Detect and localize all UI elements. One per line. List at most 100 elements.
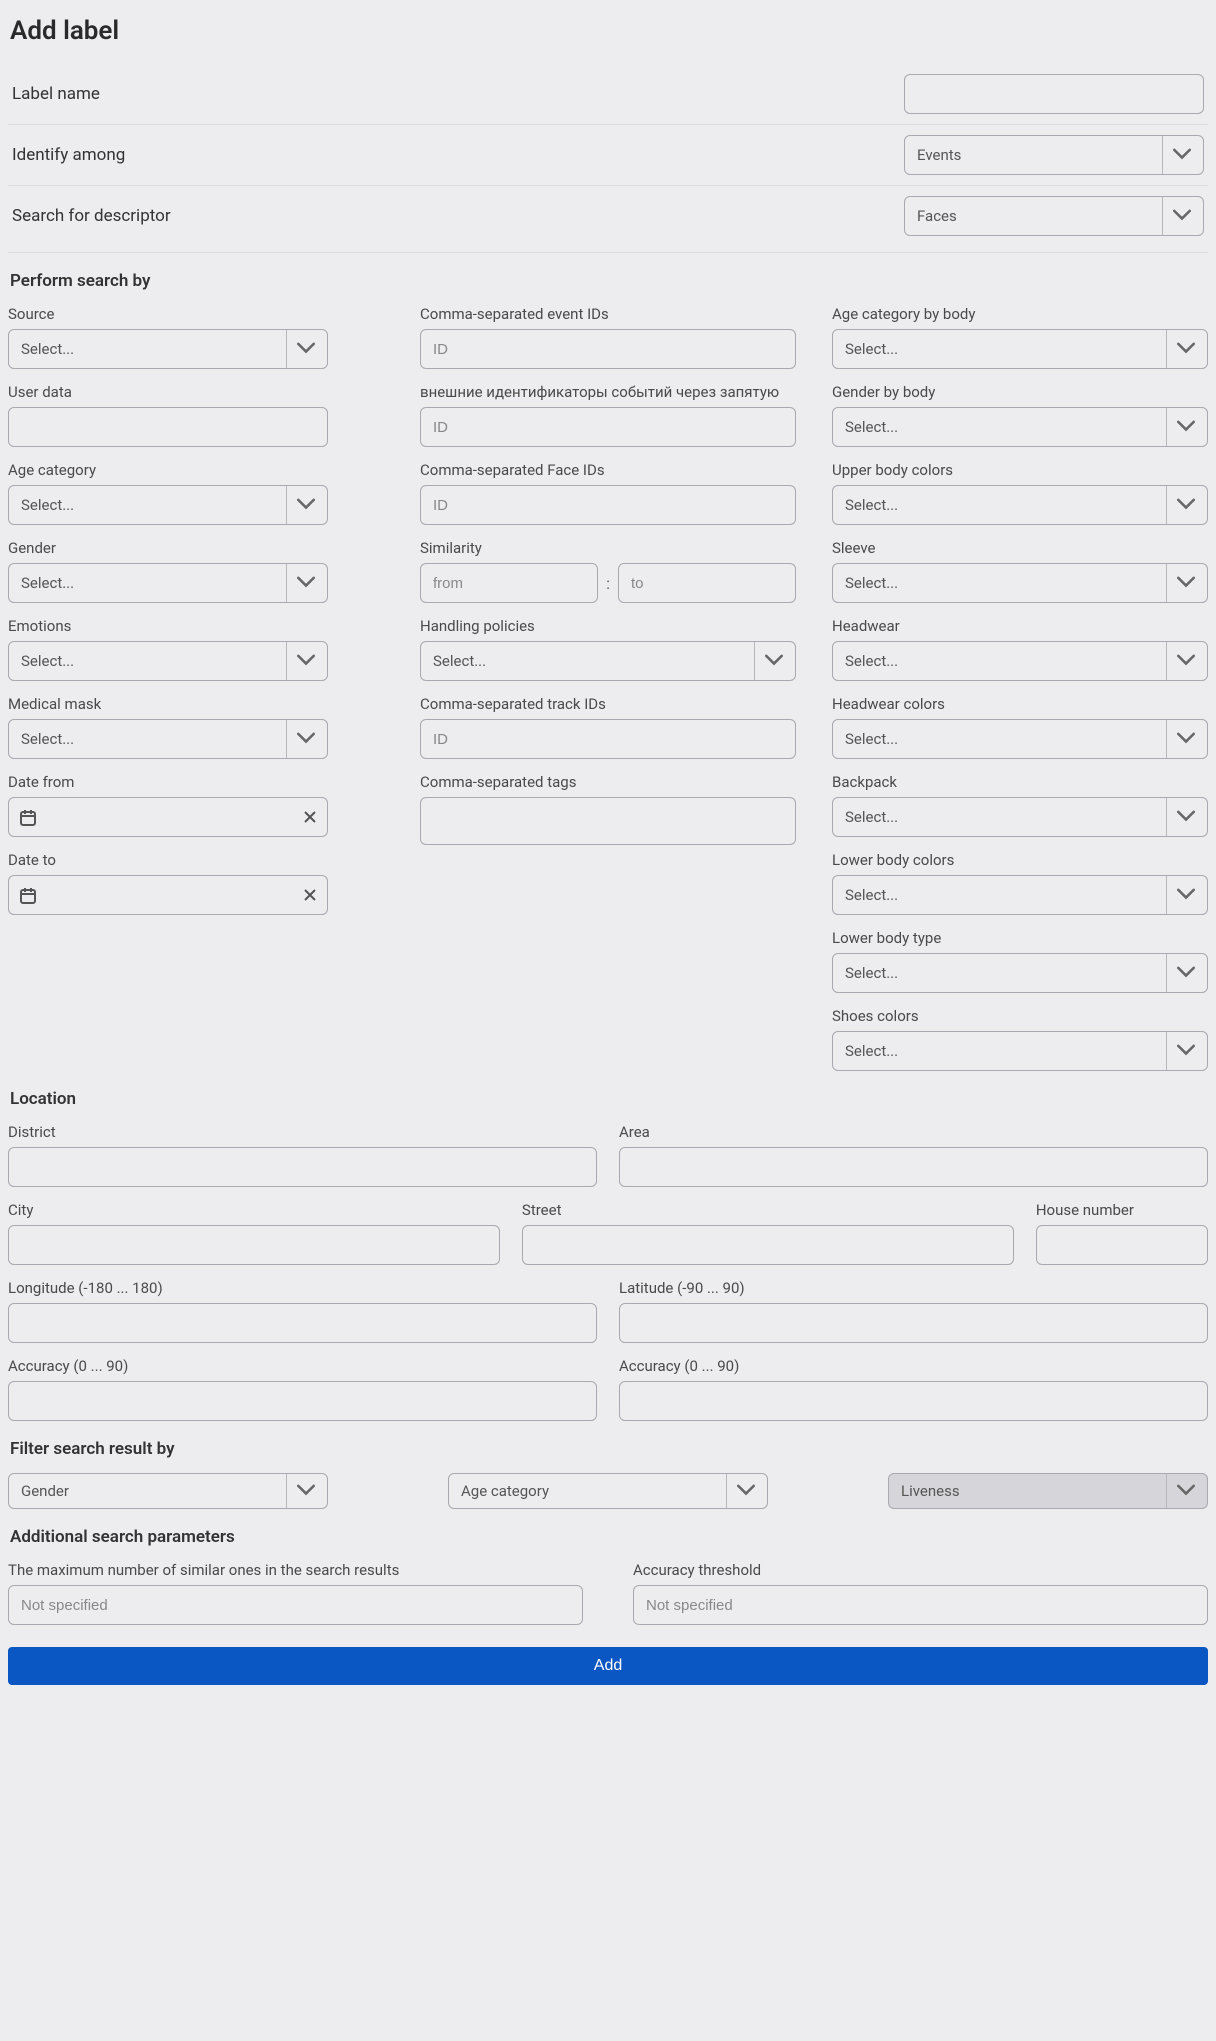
face-ids-label: Comma-separated Face IDs — [420, 461, 796, 479]
house-label: House number — [1036, 1201, 1208, 1219]
chevron-down-icon — [1177, 886, 1195, 904]
chevron-down-icon — [1177, 652, 1195, 670]
age-body-label: Age category by body — [832, 305, 1208, 323]
accuracy-lat-label: Accuracy (0 ... 90) — [619, 1357, 1208, 1375]
age-category-select[interactable]: Select... — [8, 485, 328, 525]
headwear-colors-select[interactable]: Select... — [832, 719, 1208, 759]
longitude-label: Longitude (-180 ... 180) — [8, 1279, 597, 1297]
chevron-down-icon — [1173, 146, 1191, 164]
area-input[interactable] — [619, 1147, 1208, 1187]
calendar-icon — [19, 808, 37, 826]
tags-label: Comma-separated tags — [420, 773, 796, 791]
accuracy-lon-label: Accuracy (0 ... 90) — [8, 1357, 597, 1375]
lower-colors-select[interactable]: Select... — [832, 875, 1208, 915]
user-data-input[interactable] — [8, 407, 328, 447]
lower-type-label: Lower body type — [832, 929, 1208, 947]
accuracy-lat-input[interactable] — [619, 1381, 1208, 1421]
chevron-down-icon — [297, 652, 315, 670]
date-to-input[interactable] — [8, 875, 328, 915]
gender-body-select[interactable]: Select... — [832, 407, 1208, 447]
threshold-label: Accuracy threshold — [633, 1561, 1208, 1579]
gender-select[interactable]: Select... — [8, 563, 328, 603]
user-data-label: User data — [8, 383, 328, 401]
headwear-colors-label: Headwear colors — [832, 695, 1208, 713]
max-similar-input[interactable] — [8, 1585, 583, 1625]
area-label: Area — [619, 1123, 1208, 1141]
source-label: Source — [8, 305, 328, 323]
age-category-label: Age category — [8, 461, 328, 479]
source-select[interactable]: Select... — [8, 329, 328, 369]
chevron-down-icon — [297, 496, 315, 514]
chevron-down-icon — [297, 574, 315, 592]
upper-colors-label: Upper body colors — [832, 461, 1208, 479]
handling-policies-label: Handling policies — [420, 617, 796, 635]
headwear-select[interactable]: Select... — [832, 641, 1208, 681]
page-title: Add label — [10, 16, 1208, 46]
additional-heading: Additional search parameters — [10, 1527, 1208, 1547]
accuracy-lon-input[interactable] — [8, 1381, 597, 1421]
filter-age-select[interactable]: Age category — [448, 1473, 768, 1509]
district-input[interactable] — [8, 1147, 597, 1187]
identify-among-select[interactable]: Events — [904, 135, 1204, 175]
similarity-separator: : — [606, 574, 610, 593]
threshold-input[interactable] — [633, 1585, 1208, 1625]
chevron-down-icon — [1177, 964, 1195, 982]
filter-gender-select[interactable]: Gender — [8, 1473, 328, 1509]
chevron-down-icon — [297, 1482, 315, 1500]
chevron-down-icon — [1177, 808, 1195, 826]
event-ids-input[interactable] — [420, 329, 796, 369]
lower-colors-label: Lower body colors — [832, 851, 1208, 869]
chevron-down-icon — [1177, 496, 1195, 514]
chevron-down-icon — [1177, 1482, 1195, 1500]
sleeve-label: Sleeve — [832, 539, 1208, 557]
date-from-label: Date from — [8, 773, 328, 791]
similarity-label: Similarity — [420, 539, 796, 557]
handling-policies-select[interactable]: Select... — [420, 641, 796, 681]
location-heading: Location — [10, 1089, 1208, 1109]
perform-search-heading: Perform search by — [10, 271, 1208, 291]
chevron-down-icon — [765, 652, 783, 670]
gender-body-label: Gender by body — [832, 383, 1208, 401]
label-name-label: Label name — [12, 84, 904, 104]
add-button[interactable]: Add — [8, 1647, 1208, 1685]
street-input[interactable] — [522, 1225, 1014, 1265]
lower-type-select[interactable]: Select... — [832, 953, 1208, 993]
search-descriptor-select[interactable]: Faces — [904, 196, 1204, 236]
chevron-down-icon — [1177, 1042, 1195, 1060]
filter-liveness-select: Liveness — [888, 1473, 1208, 1509]
latitude-input[interactable] — [619, 1303, 1208, 1343]
max-similar-label: The maximum number of similar ones in th… — [8, 1561, 583, 1579]
medical-mask-select[interactable]: Select... — [8, 719, 328, 759]
age-body-select[interactable]: Select... — [832, 329, 1208, 369]
event-ids-label: Comma-separated event IDs — [420, 305, 796, 323]
track-ids-input[interactable] — [420, 719, 796, 759]
similarity-from-input[interactable] — [420, 563, 598, 603]
ext-ids-input[interactable] — [420, 407, 796, 447]
date-from-input[interactable] — [8, 797, 328, 837]
longitude-input[interactable] — [8, 1303, 597, 1343]
latitude-label: Latitude (-90 ... 90) — [619, 1279, 1208, 1297]
backpack-label: Backpack — [832, 773, 1208, 791]
backpack-select[interactable]: Select... — [832, 797, 1208, 837]
sleeve-select[interactable]: Select... — [832, 563, 1208, 603]
city-input[interactable] — [8, 1225, 500, 1265]
shoes-colors-select[interactable]: Select... — [832, 1031, 1208, 1071]
search-descriptor-value: Faces — [917, 207, 957, 225]
close-icon[interactable] — [303, 810, 317, 824]
date-to-label: Date to — [8, 851, 328, 869]
similarity-to-input[interactable] — [618, 563, 796, 603]
headwear-label: Headwear — [832, 617, 1208, 635]
city-label: City — [8, 1201, 500, 1219]
face-ids-input[interactable] — [420, 485, 796, 525]
calendar-icon — [19, 886, 37, 904]
house-input[interactable] — [1036, 1225, 1208, 1265]
district-label: District — [8, 1123, 597, 1141]
close-icon[interactable] — [303, 888, 317, 902]
label-name-input[interactable] — [904, 74, 1204, 114]
medical-mask-label: Medical mask — [8, 695, 328, 713]
track-ids-label: Comma-separated track IDs — [420, 695, 796, 713]
chevron-down-icon — [1177, 730, 1195, 748]
tags-input[interactable] — [420, 797, 796, 845]
upper-colors-select[interactable]: Select... — [832, 485, 1208, 525]
emotions-select[interactable]: Select... — [8, 641, 328, 681]
